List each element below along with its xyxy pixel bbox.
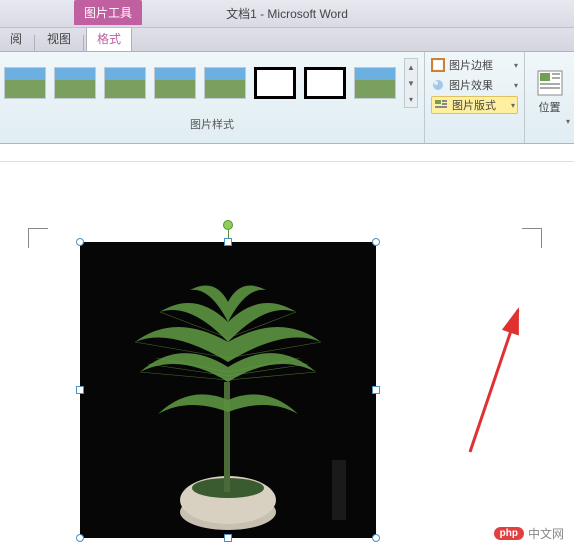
border-icon — [431, 58, 445, 72]
gallery-more-button[interactable]: ▲ ▼ ▾ — [404, 58, 418, 108]
resize-handle-t[interactable] — [224, 238, 232, 246]
styles-group-label: 图片样式 — [0, 114, 424, 134]
dropdown-arrow-icon: ▾ — [566, 117, 570, 126]
picture-effects-button[interactable]: 图片效果 ▾ — [431, 76, 518, 94]
resize-handle-tl[interactable] — [76, 238, 84, 246]
titlebar: 图片工具 文档1 - Microsoft Word — [0, 0, 574, 28]
resize-handle-br[interactable] — [372, 534, 380, 542]
dropdown-arrow-icon: ▾ — [514, 81, 518, 90]
bar-icon: ▾ — [409, 95, 413, 104]
position-button[interactable]: 位置 ▾ — [524, 52, 574, 143]
picture-style-3[interactable] — [104, 67, 146, 99]
watermark-text: 中文网 — [528, 525, 564, 542]
selected-image[interactable] — [80, 242, 376, 538]
window-title: 文档1 - Microsoft Word — [226, 5, 348, 22]
picture-style-8[interactable] — [354, 67, 396, 99]
picture-style-1[interactable] — [4, 67, 46, 99]
tab-review[interactable]: 阅 — [0, 26, 32, 51]
chevron-up-icon: ▲ — [407, 63, 415, 72]
page-corner-mark — [522, 228, 542, 248]
picture-style-5[interactable] — [204, 67, 246, 99]
picture-style-2[interactable] — [54, 67, 96, 99]
watermark-badge: php — [494, 527, 524, 540]
picture-effects-label: 图片效果 — [449, 77, 493, 93]
tab-format[interactable]: 格式 — [86, 25, 132, 51]
ruler-area — [0, 144, 574, 162]
picture-style-7[interactable] — [304, 67, 346, 99]
picture-styles-group: ▲ ▼ ▾ 图片样式 — [0, 52, 424, 143]
watermark: php 中文网 — [494, 525, 564, 542]
picture-layout-button[interactable]: 图片版式 ▾ — [431, 96, 518, 114]
resize-handle-bl[interactable] — [76, 534, 84, 542]
picture-options-group: 图片边框 ▾ 图片效果 ▾ 图片版式 ▾ — [424, 52, 524, 143]
resize-handle-r[interactable] — [372, 386, 380, 394]
ribbon-tabs: 阅 视图 格式 — [0, 28, 574, 52]
layout-icon — [434, 98, 448, 112]
chevron-down-icon: ▼ — [407, 79, 415, 88]
styles-gallery: ▲ ▼ ▾ — [0, 52, 424, 114]
image-content — [80, 242, 376, 538]
dropdown-arrow-icon: ▾ — [514, 61, 518, 70]
rotate-handle[interactable] — [223, 220, 233, 230]
page-corner-mark — [28, 228, 48, 248]
resize-handle-l[interactable] — [76, 386, 84, 394]
picture-layout-label: 图片版式 — [452, 97, 496, 113]
resize-handle-b[interactable] — [224, 534, 232, 542]
picture-border-button[interactable]: 图片边框 ▾ — [431, 56, 518, 74]
dropdown-arrow-icon: ▾ — [511, 101, 515, 110]
position-icon — [536, 69, 564, 97]
picture-tools-context-tab: 图片工具 — [74, 0, 142, 25]
tab-view[interactable]: 视图 — [37, 26, 81, 51]
annotation-arrow — [450, 302, 540, 462]
effects-icon — [431, 78, 445, 92]
picture-border-label: 图片边框 — [449, 57, 493, 73]
document-canvas[interactable]: php 中文网 — [0, 162, 574, 552]
position-label: 位置 — [539, 99, 561, 115]
picture-style-4[interactable] — [154, 67, 196, 99]
resize-handle-tr[interactable] — [372, 238, 380, 246]
picture-style-6[interactable] — [254, 67, 296, 99]
ribbon: ▲ ▼ ▾ 图片样式 图片边框 ▾ 图片效果 ▾ 图片版式 — [0, 52, 574, 144]
